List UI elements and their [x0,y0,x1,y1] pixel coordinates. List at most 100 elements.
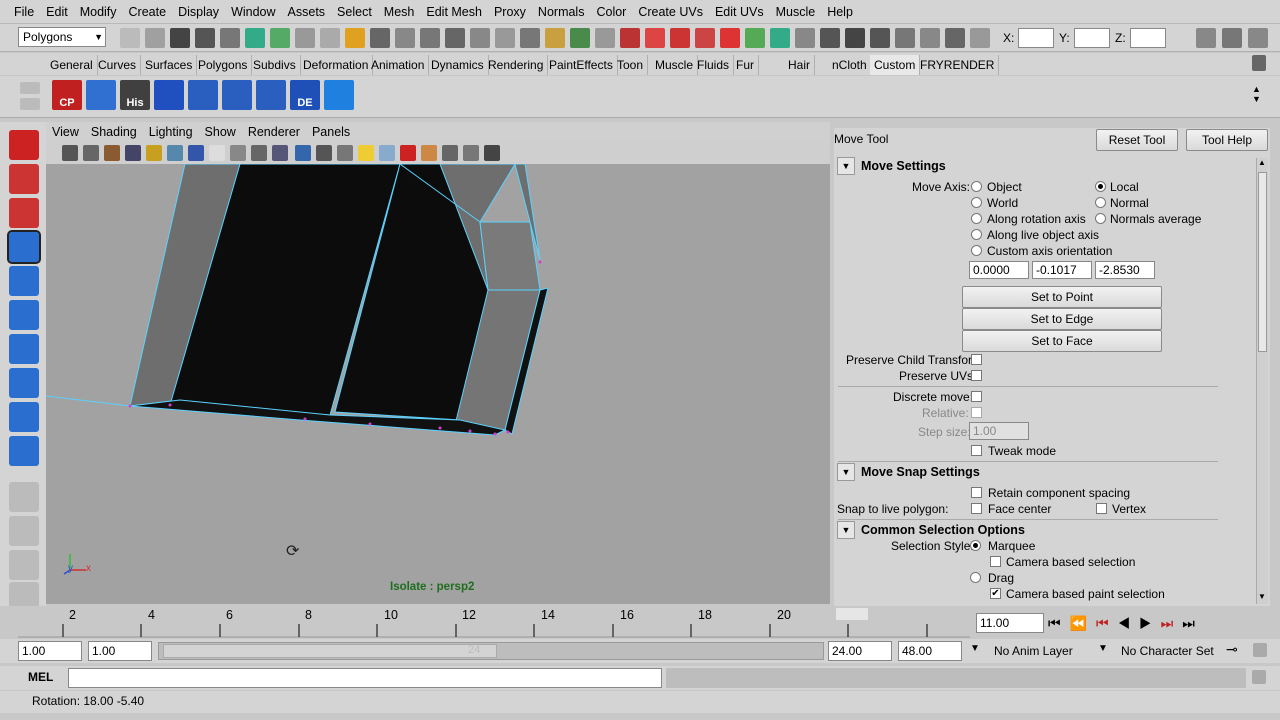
sym-icon[interactable] [895,28,915,48]
shelf-tab-deformation[interactable]: Deformation [299,55,374,75]
last-tool-icon[interactable] [9,436,39,466]
select-handle-icon[interactable] [295,28,315,48]
viewport-menu-shading[interactable]: Shading [85,125,143,139]
soft-mod-icon[interactable] [9,368,39,398]
shelf-button-2[interactable] [86,80,116,110]
range-handle[interactable]: 24 [163,644,497,658]
shelf-button-5[interactable] [188,80,218,110]
step-back-icon[interactable]: ⏪ [1070,615,1096,631]
show-manip-icon[interactable] [9,402,39,432]
shelf-tab-animation[interactable]: Animation [367,55,430,75]
discrete-move-checkbox[interactable] [971,391,982,402]
preserve-child-checkbox[interactable] [971,354,982,365]
abs-icon[interactable] [945,28,965,48]
menu-create-uvs[interactable]: Create UVs [632,0,709,24]
axis-z-field[interactable]: -2.8530 [1095,261,1155,279]
scroll-down-icon[interactable]: ▼ [1258,592,1266,601]
radio-normal[interactable] [1095,197,1106,208]
panel-scrollbar[interactable]: ▲ ▼ [1256,158,1268,604]
shelf-tab-toon[interactable]: Toon [613,55,649,75]
select-deform-icon[interactable] [370,28,390,48]
viewport-tool-icon-21[interactable] [484,145,500,161]
viewport-menu-show[interactable]: Show [199,125,242,139]
command-input[interactable] [68,668,662,688]
shelf-options-icon[interactable] [20,98,40,110]
shelf-tab-hair[interactable]: Hair [784,55,816,75]
menu-edit-uvs[interactable]: Edit UVs [709,0,770,24]
paint-select-icon[interactable] [9,198,39,228]
select-misc-icon[interactable] [445,28,465,48]
render-settings-icon[interactable] [770,28,790,48]
radio-marquee[interactable] [970,540,981,551]
shelf-tab-general[interactable]: General [46,55,98,75]
key-icon[interactable]: ⊸ [1226,641,1238,658]
axis-x-field[interactable]: 0.0000 [969,261,1029,279]
start-time-field[interactable]: 1.00 [18,641,82,661]
shelf-tab-surfaces[interactable]: Surfaces [141,55,198,75]
viewport-tool-icon-3[interactable] [104,145,120,161]
camera-selection-checkbox[interactable] [990,556,1001,567]
set-to-face-button[interactable]: Set to Face [962,330,1162,352]
select-joint-icon[interactable] [320,28,340,48]
shelf-button-3[interactable]: His [120,80,150,110]
play-back-icon[interactable]: ◀ [1118,615,1140,631]
shelf-button-4[interactable] [154,80,184,110]
shelf-tab-muscle[interactable]: Muscle [651,55,699,75]
menu-assets[interactable]: Assets [282,0,332,24]
viewport-tool-icon-5[interactable] [146,145,162,161]
viewport-tool-icon-8[interactable] [209,145,225,161]
prev-key-icon[interactable]: ⏮ [1096,615,1118,631]
tweak-mode-checkbox[interactable] [971,445,982,456]
rotate-tool-icon[interactable] [9,266,39,296]
lasso-tool-icon[interactable] [9,164,39,194]
range-end-field[interactable]: 24.00 [828,641,892,661]
viewport-menu-renderer[interactable]: Renderer [242,125,306,139]
radio-along-live[interactable] [971,229,982,240]
shelf-button-1[interactable]: CP [52,80,82,110]
select-object-icon[interactable] [245,28,265,48]
shelf-tab-subdivs[interactable]: Subdivs [249,55,301,75]
set-to-point-button[interactable]: Set to Point [962,286,1162,308]
radio-object[interactable] [971,181,982,192]
radio-drag[interactable] [970,572,981,583]
next-key-icon[interactable]: ⏭ [1161,615,1183,631]
time-slider[interactable]: 2 4 6 8 10 12 14 16 18 20 11.00 ⏮⏪⏮◀▶⏭⏭ [0,606,1280,638]
mode-dropdown[interactable]: Polygons ▼ [18,27,106,47]
shelf-tab-polygons[interactable]: Polygons [194,55,253,75]
viewport-tool-icon-17[interactable] [400,145,416,161]
dropdown-icon[interactable] [920,28,940,48]
viewport-tool-icon-15[interactable] [358,145,374,161]
layout-two-icon[interactable] [9,550,39,580]
viewport-tool-icon-11[interactable] [272,145,288,161]
relative-checkbox[interactable] [971,407,982,418]
menu-select[interactable]: Select [331,0,378,24]
x-field[interactable] [1018,28,1054,48]
select-highlight-icon[interactable] [495,28,515,48]
viewport-tool-icon-1[interactable] [62,145,78,161]
input-icon[interactable] [670,28,690,48]
chevron-down-icon[interactable]: ▼ [970,643,980,654]
end-time-field[interactable]: 48.00 [898,641,962,661]
layout-icon[interactable] [120,28,140,48]
channel-box-icon[interactable] [1248,28,1268,48]
menu-modify[interactable]: Modify [74,0,123,24]
shelf-menu-icon[interactable] [20,82,40,94]
chevron-down-icon[interactable]: ▼ [1098,643,1108,654]
viewport-tool-icon-9[interactable] [230,145,246,161]
retain-spacing-checkbox[interactable] [971,487,982,498]
radio-along-rotation[interactable] [971,213,982,224]
axis-y-field[interactable]: -0.1017 [1032,261,1092,279]
shelf-tab-fluids[interactable]: Fluids [693,55,735,75]
select-surface-icon[interactable] [345,28,365,48]
collapse-triangle-icon[interactable]: ▼ [837,463,855,481]
play-forward-icon[interactable]: ▶ [1139,615,1161,631]
viewport-tool-icon-18[interactable] [421,145,437,161]
layout-single-icon[interactable] [9,482,39,512]
scroll-arrows-icon[interactable]: ▲ ▼ [1252,84,1261,104]
hypershade-icon[interactable] [795,28,815,48]
scrollbar-thumb[interactable] [1258,172,1267,352]
tool-settings-icon[interactable] [1222,28,1242,48]
scale-tool-icon[interactable] [9,300,39,330]
range-bar[interactable]: 24 [158,642,824,660]
construction-icon[interactable] [645,28,665,48]
